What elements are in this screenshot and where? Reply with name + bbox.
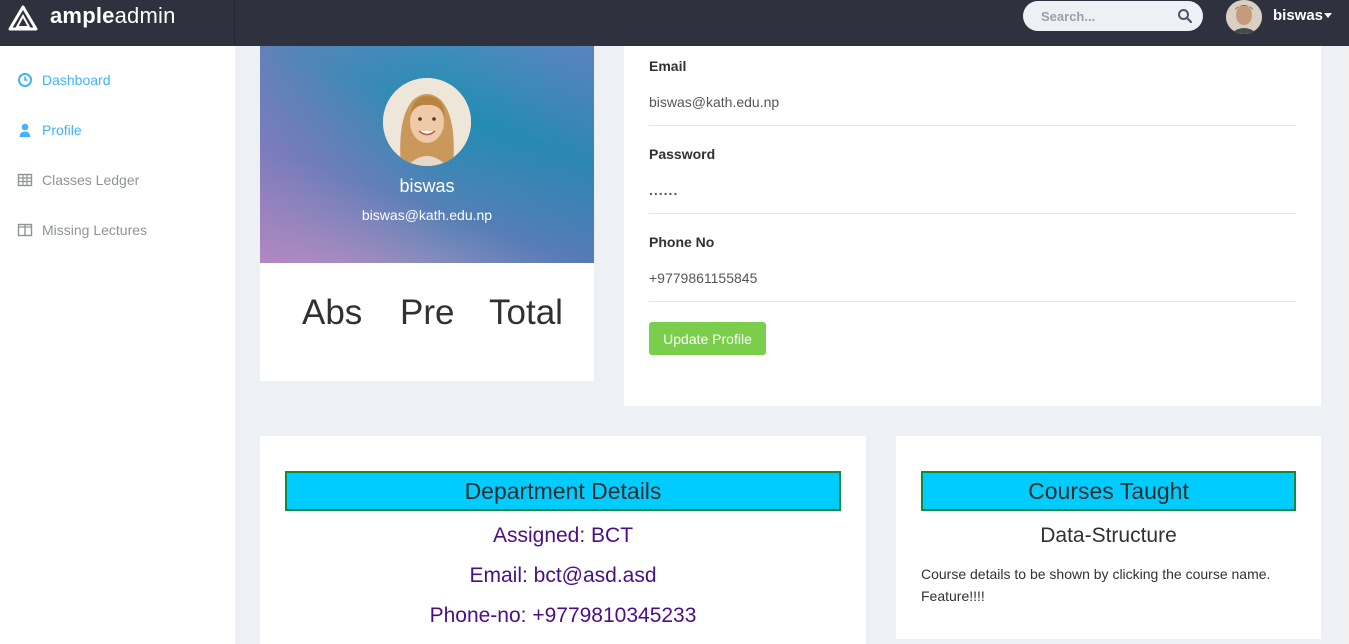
caret-down-icon [1324,13,1332,18]
department-email: Email: bct@asd.asd [469,564,657,587]
stat-abs: Abs [302,293,363,332]
search-icon[interactable] [1177,8,1193,24]
user-name: biswas [1273,7,1324,24]
user-icon [19,123,31,137]
phone-label: Phone No [649,234,715,250]
stat-total: Total [489,293,563,332]
email-field-group: Email [649,46,1296,126]
department-assigned: Assigned: BCT [492,524,634,547]
brand[interactable]: ampleadmin [0,0,235,46]
stat-pre: Pre [400,293,455,332]
search-box [1023,1,1203,31]
sidebar-item-label: Missing Lectures [42,222,148,238]
user-menu-dropdown[interactable]: biswas [1226,0,1349,34]
sidebar-item-profile[interactable]: Profile [0,110,235,150]
phone-field[interactable] [649,268,1289,288]
table-icon [17,173,33,187]
sidebar-item-dashboard[interactable]: Dashboard [0,60,235,100]
sidebar-item-classes-ledger[interactable]: Classes Ledger [0,160,235,200]
phone-field-group: Phone No [649,222,1296,302]
email-field[interactable] [649,92,1289,112]
password-field-group: Password [649,134,1296,214]
search-input[interactable] [1041,8,1171,24]
logo-icon [8,5,38,31]
courses-header: Courses Taught [921,471,1296,511]
course-description: Course details to be shown by clicking t… [921,566,1271,604]
sidebar: Dashboard Profile Classes Ledger Missing… [0,46,235,644]
profile-avatar [383,78,471,166]
profile-name: biswas [399,176,455,196]
scrollbar[interactable] [1345,46,1349,644]
avatar [1226,0,1262,34]
columns-icon [17,223,33,237]
course-link[interactable]: Data-Structure [896,524,1321,548]
sidebar-item-label: Profile [42,122,82,138]
department-header: Department Details [285,471,841,511]
profile-banner: biswas biswas@kath.edu.np [260,46,594,263]
profile-card: biswas biswas@kath.edu.np Abs Pre Total [260,46,594,381]
top-navbar: ampleadmin biswas [0,0,1349,46]
update-profile-button[interactable]: Update Profile [649,322,766,355]
sidebar-item-missing-lectures[interactable]: Missing Lectures [0,210,235,250]
clock-icon [18,73,32,87]
department-card: Department Details Assigned: BCT Email: … [260,436,866,644]
attendance-stats: Abs Pre Total [260,263,594,381]
password-field[interactable] [649,180,1289,200]
courses-card: Courses Taught Data-Structure Course det… [896,436,1321,639]
sidebar-item-label: Dashboard [42,72,111,88]
profile-form: Email Password Phone No Update Profile [624,46,1321,406]
profile-email: biswas@kath.edu.np [361,207,493,223]
sidebar-item-label: Classes Ledger [42,172,140,188]
email-label: Email [649,58,687,74]
department-phone: Phone-no: +9779810345233 [429,604,697,627]
password-label: Password [649,146,716,162]
brand-name: ampleadmin [50,3,176,28]
